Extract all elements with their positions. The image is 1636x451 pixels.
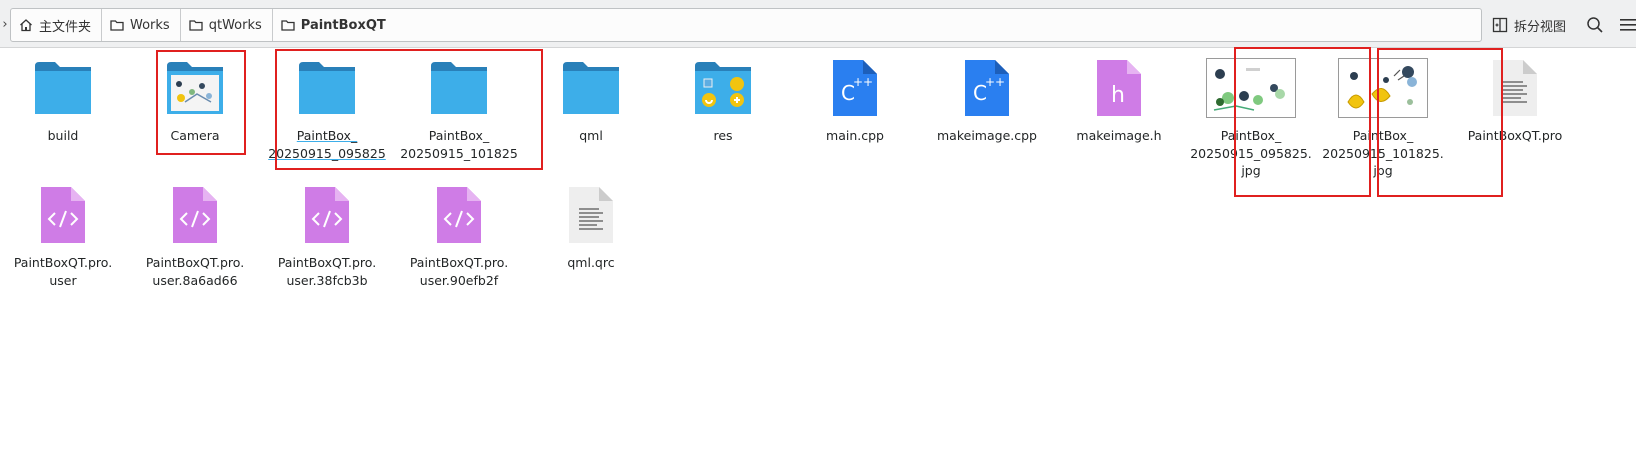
file-name: PaintBoxQT.pro. user.8a6ad66: [145, 255, 245, 288]
file-name: PaintBox_ 20250915_095825: [268, 128, 386, 161]
resource-folder-icon: [657, 56, 789, 126]
breadcrumb-item-works[interactable]: Works: [102, 9, 181, 41]
image-thumbnail-icon: [1317, 56, 1449, 126]
breadcrumb-label: Works: [130, 17, 170, 33]
hamburger-menu-icon[interactable]: [1620, 17, 1636, 33]
breadcrumb-label: PaintBoxQT: [300, 17, 386, 33]
cpp-source-icon: C ++: [789, 56, 921, 126]
folder-icon: [393, 56, 525, 126]
file-name: build: [47, 128, 79, 143]
file-item-build[interactable]: build: [0, 56, 129, 145]
breadcrumb: 主文件夹 Works qtWorks PaintBoxQT: [10, 8, 1482, 42]
folder-icon: [110, 18, 124, 32]
image-folder-icon: [129, 56, 261, 126]
cpp-source-icon: C ++: [921, 56, 1053, 126]
chevron-right-icon[interactable]: ›: [0, 15, 10, 35]
xml-file-icon: [261, 183, 393, 253]
file-name: PaintBoxQT.pro. user.38fcb3b: [277, 255, 377, 288]
file-item-main-cpp[interactable]: C ++ main.cpp: [789, 56, 921, 145]
file-item-paintbox-101825-jpg[interactable]: PaintBox_ 20250915_101825. jpg: [1317, 56, 1449, 180]
header-file-icon: h: [1053, 56, 1185, 126]
file-item-qml-qrc[interactable]: qml.qrc: [525, 183, 657, 272]
file-item-pro-user-38fcb3b[interactable]: PaintBoxQT.pro. user.38fcb3b: [261, 183, 393, 289]
file-name: PaintBox_ 20250915_101825: [400, 128, 518, 161]
file-name: PaintBoxQT.pro: [1467, 128, 1563, 143]
breadcrumb-item-home[interactable]: 主文件夹: [11, 9, 103, 41]
file-item-pro-user-90efb2f[interactable]: PaintBoxQT.pro. user.90efb2f: [393, 183, 525, 289]
file-item-makeimage-h[interactable]: h makeimage.h: [1053, 56, 1185, 145]
file-item-paintbox-095825[interactable]: PaintBox_ 20250915_095825: [261, 56, 393, 162]
folder-icon: [0, 56, 129, 126]
file-name: makeimage.cpp: [937, 128, 1037, 143]
file-item-paintboxqt-pro[interactable]: PaintBoxQT.pro: [1449, 56, 1581, 145]
file-item-paintbox-095825-jpg[interactable]: PaintBox_ 20250915_095825. jpg: [1185, 56, 1317, 180]
file-item-res[interactable]: res: [657, 56, 789, 145]
breadcrumb-item-paintboxqt[interactable]: PaintBoxQT: [273, 9, 396, 41]
split-view-button[interactable]: 拆分视图: [1492, 12, 1566, 38]
breadcrumb-label: qtWorks: [208, 17, 262, 33]
file-name: Camera: [170, 128, 220, 143]
svg-text:++: ++: [985, 75, 1005, 89]
folder-icon: [525, 56, 657, 126]
svg-text:++: ++: [853, 75, 873, 89]
text-file-icon: [525, 183, 657, 253]
file-name: main.cpp: [826, 128, 884, 143]
text-file-icon: [1449, 56, 1581, 126]
file-item-qml[interactable]: qml: [525, 56, 657, 145]
file-name: makeimage.h: [1076, 128, 1162, 143]
file-item-pro-user-8a6ad66[interactable]: PaintBoxQT.pro. user.8a6ad66: [129, 183, 261, 289]
folder-icon: [189, 18, 203, 32]
file-name: PaintBoxQT.pro. user.90efb2f: [409, 255, 509, 288]
search-icon[interactable]: [1586, 16, 1604, 34]
breadcrumb-label: 主文件夹: [39, 19, 92, 35]
file-name: PaintBoxQT.pro. user: [13, 255, 113, 288]
file-name: PaintBox_ 20250915_095825. jpg: [1190, 128, 1312, 178]
file-item-camera[interactable]: Camera: [129, 56, 261, 145]
folder-icon: [261, 56, 393, 126]
xml-file-icon: [0, 183, 129, 253]
file-item-pro-user[interactable]: PaintBoxQT.pro. user: [0, 183, 129, 289]
folder-icon: [281, 18, 295, 32]
file-name: res: [713, 128, 733, 143]
file-item-paintbox-101825[interactable]: PaintBox_ 20250915_101825: [393, 56, 525, 162]
file-name: qml.qrc: [567, 255, 615, 270]
file-item-makeimage-cpp[interactable]: C ++ makeimage.cpp: [921, 56, 1053, 145]
split-view-icon: [1492, 17, 1508, 33]
image-thumbnail-icon: [1185, 56, 1317, 126]
xml-file-icon: [393, 183, 525, 253]
xml-file-icon: [129, 183, 261, 253]
split-view-label: 拆分视图: [1514, 19, 1567, 35]
file-name: qml: [579, 128, 603, 143]
file-name: PaintBox_ 20250915_101825. jpg: [1322, 128, 1444, 178]
breadcrumb-item-qtworks[interactable]: qtWorks: [181, 9, 273, 41]
home-icon: [19, 18, 33, 32]
svg-text:h: h: [1111, 83, 1125, 108]
location-toolbar: › 主文件夹 Works qtWorks PaintBoxQT 拆分视图: [0, 0, 1636, 48]
